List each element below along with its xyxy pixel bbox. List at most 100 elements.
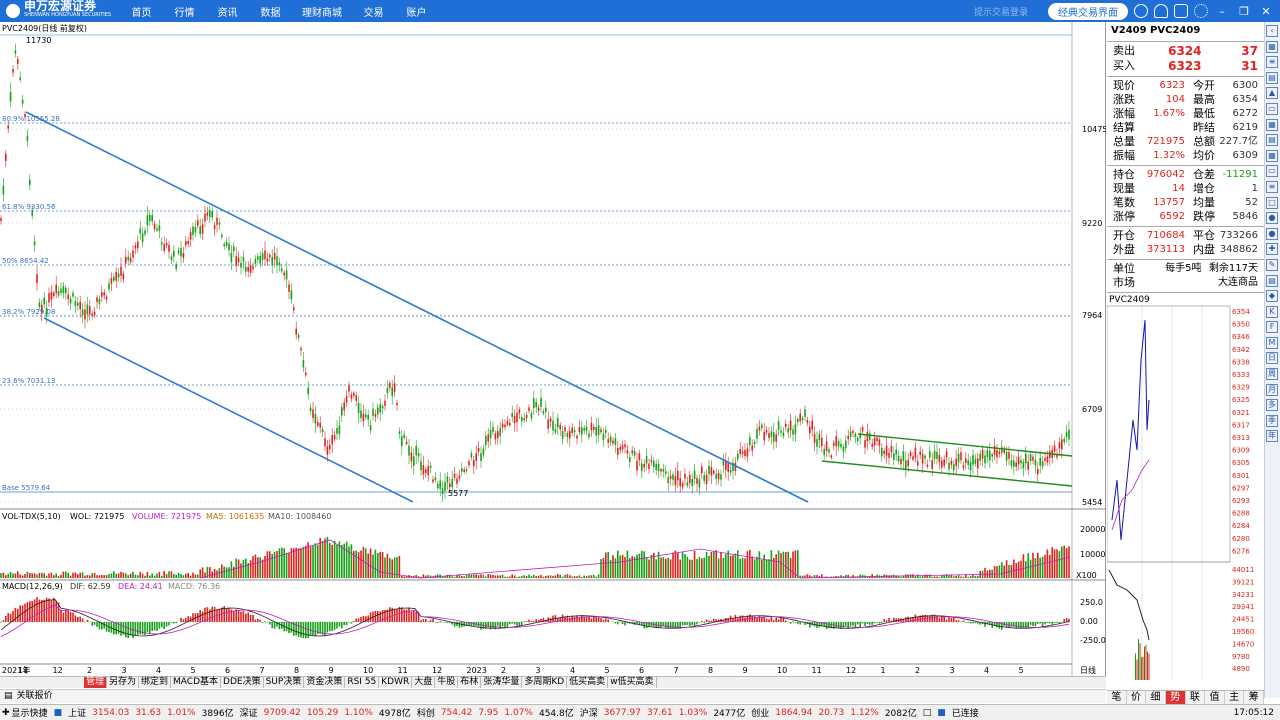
toolbar-chart-icon[interactable]: ▲ — [1266, 87, 1278, 100]
quick-toggle[interactable]: 显示快捷 — [12, 706, 48, 719]
quote-row: 涨停 6592 跌停 5846 — [1107, 210, 1264, 224]
menu-market[interactable]: 行情 — [163, 4, 206, 19]
green-channel-upper[interactable] — [857, 433, 1073, 457]
mini-axis-label: 6309 — [1232, 447, 1250, 455]
quote-field-label: 平仓 — [1193, 229, 1215, 242]
minimize-icon[interactable]: – — [1214, 5, 1230, 18]
brand-logo-icon — [6, 4, 20, 18]
quote-tab[interactable]: 细 — [1146, 691, 1166, 704]
sh-name[interactable]: 上证 — [68, 706, 86, 719]
indicator-tab[interactable]: RSI 55 — [345, 677, 380, 688]
plus-icon[interactable]: ✚ — [2, 708, 10, 718]
quote-row: 结算 昨结 6219 — [1107, 121, 1264, 135]
restore-icon[interactable]: ❐ — [1236, 5, 1252, 18]
menu-account[interactable]: 账户 — [395, 4, 438, 19]
toolbar-week-icon[interactable]: 周 — [1266, 368, 1278, 381]
quote-tab[interactable]: 联 — [1186, 691, 1206, 704]
quote-field-label: 结算 — [1113, 121, 1135, 134]
mail-icon[interactable] — [1174, 4, 1188, 18]
buy-volume: 31 — [1241, 59, 1258, 73]
menu-data[interactable]: 数据 — [249, 4, 292, 19]
quote-tab[interactable]: 主 — [1225, 691, 1245, 704]
toolbar-bars-icon[interactable]: ▤ — [1266, 71, 1278, 84]
toolbar-pdf-icon[interactable]: ▤ — [1266, 274, 1278, 287]
indicator-tab[interactable]: 绑定到 — [139, 677, 172, 688]
lock-icon[interactable]: □ — [923, 708, 932, 718]
toolbar-multi-icon[interactable]: 多 — [1266, 399, 1278, 412]
quote-tab[interactable]: 价 — [1127, 691, 1147, 704]
toolbar-people-icon[interactable]: ● — [1266, 227, 1278, 240]
toolbar-m-icon[interactable]: M — [1266, 336, 1278, 349]
indicator-tab[interactable]: 资金决策 — [304, 677, 346, 688]
indicator-tab[interactable]: MACD基本 — [171, 677, 222, 688]
toolbar-pencil-icon[interactable]: ✎ — [1266, 258, 1278, 271]
channel-lower-line[interactable] — [43, 317, 414, 503]
quote-tab[interactable]: 笔 — [1107, 691, 1127, 704]
indicator-tab[interactable]: 管理 — [84, 677, 108, 688]
macd-dif: DIF: 62.59 — [70, 582, 111, 591]
toolbar-f-icon[interactable]: F — [1266, 321, 1278, 334]
sell-label: 卖出 — [1113, 44, 1135, 57]
toolbar-tag-icon[interactable]: ◆ — [1266, 290, 1278, 303]
theme-icon[interactable] — [1134, 4, 1148, 18]
menu-wealth-mall[interactable]: 理财商城 — [292, 4, 352, 19]
toolbar-back-icon[interactable]: ‹ — [1266, 25, 1278, 37]
intraday-mini-chart[interactable]: 6354 6350 6346 6342 6338 6333 6329 6325 6321 6317… — [1107, 300, 1264, 680]
kc-name[interactable]: 科创 — [417, 706, 435, 719]
hs-name[interactable]: 沪深 — [580, 706, 598, 719]
quote-row: 现价 6323 今开 6300 — [1107, 79, 1264, 93]
kline-chart-svg[interactable]: PVC2409(日线 前复权) 11730 5577 80.9% 10555.2… — [0, 22, 1107, 676]
classic-trade-button[interactable]: 经典交易界面 — [1048, 2, 1128, 20]
toolbar-year-icon[interactable]: 年 — [1266, 430, 1278, 443]
buy-label: 买入 — [1113, 59, 1135, 72]
toolbar-k-icon[interactable]: K — [1266, 305, 1278, 318]
menu-news[interactable]: 资讯 — [206, 4, 249, 19]
period-label[interactable]: 日线 — [1080, 665, 1096, 675]
settings-gear-icon[interactable] — [1194, 4, 1208, 18]
indicator-tab[interactable]: 多周期KD — [522, 677, 568, 688]
price-high-label: 11730 — [26, 36, 51, 45]
indicator-tab[interactable]: 张涛华量 — [481, 677, 523, 688]
sz-name[interactable]: 深证 — [240, 706, 258, 719]
quote-field-value: 348862 — [1219, 244, 1258, 255]
toolbar-box-icon[interactable]: □ — [1266, 196, 1278, 209]
kline-chart-area[interactable]: PVC2409(日线 前复权) 11730 5577 80.9% 10555.2… — [0, 22, 1107, 676]
toolbar-list-icon[interactable]: ≡ — [1266, 56, 1278, 69]
quote-field-value: 976042 — [1146, 169, 1185, 180]
indicator-tab[interactable]: SUP决策 — [264, 677, 305, 688]
toolbar-user-icon[interactable]: ● — [1266, 212, 1278, 225]
menu-home[interactable]: 首页 — [120, 4, 163, 19]
indicator-tab[interactable]: 低买高卖 — [567, 677, 609, 688]
indicator-tab[interactable]: DDE决策 — [221, 677, 264, 688]
indicator-tab[interactable]: 另存为 — [107, 677, 140, 688]
toolbar-table-icon[interactable]: ▦ — [1266, 118, 1278, 131]
indicator-tab[interactable]: 大盘 — [412, 677, 436, 688]
toolbar-day-icon[interactable]: 日 — [1266, 352, 1278, 365]
indicator-tab[interactable]: KDWR — [379, 677, 413, 688]
mini-vol-axis-label: 14670 — [1232, 640, 1254, 648]
quote-tab[interactable]: 值 — [1205, 691, 1225, 704]
green-channel-lower[interactable] — [821, 460, 1073, 487]
menu-trade[interactable]: 交易 — [352, 4, 395, 19]
indicator-tab[interactable]: 牛股 — [435, 677, 459, 688]
toolbar-quarter-icon[interactable]: 季 — [1266, 414, 1278, 427]
quote-tab[interactable]: 势 — [1165, 691, 1186, 704]
indicator-tab[interactable]: w低买高卖 — [608, 677, 657, 688]
cy-name[interactable]: 创业 — [751, 706, 769, 719]
indicator-tab[interactable]: 布林 — [458, 677, 482, 688]
toolbar-window-icon[interactable]: ▭ — [1266, 102, 1278, 115]
channel-upper-line[interactable] — [25, 111, 809, 503]
toolbar-calendar-icon[interactable]: ▦ — [1266, 149, 1278, 162]
quote-tab[interactable]: 筹 — [1244, 691, 1264, 704]
headset-icon[interactable] — [1154, 4, 1168, 18]
toolbar-image-icon[interactable]: ▭ — [1266, 165, 1278, 178]
vol-ma10: MA10: 1008460 — [268, 512, 331, 521]
mini-axis-label: 6346 — [1232, 333, 1250, 341]
toolbar-grid-icon[interactable]: ▦ — [1266, 40, 1278, 53]
toolbar-doc-icon[interactable]: ▤ — [1266, 134, 1278, 147]
toolbar-move-icon[interactable]: ✚ — [1266, 243, 1278, 256]
close-icon[interactable]: ✕ — [1258, 5, 1274, 18]
toolbar-month-icon[interactable]: 月 — [1266, 383, 1278, 396]
linked-quote-label[interactable]: 关联报价 — [17, 690, 53, 703]
toolbar-stack-icon[interactable]: ≡ — [1266, 180, 1278, 193]
